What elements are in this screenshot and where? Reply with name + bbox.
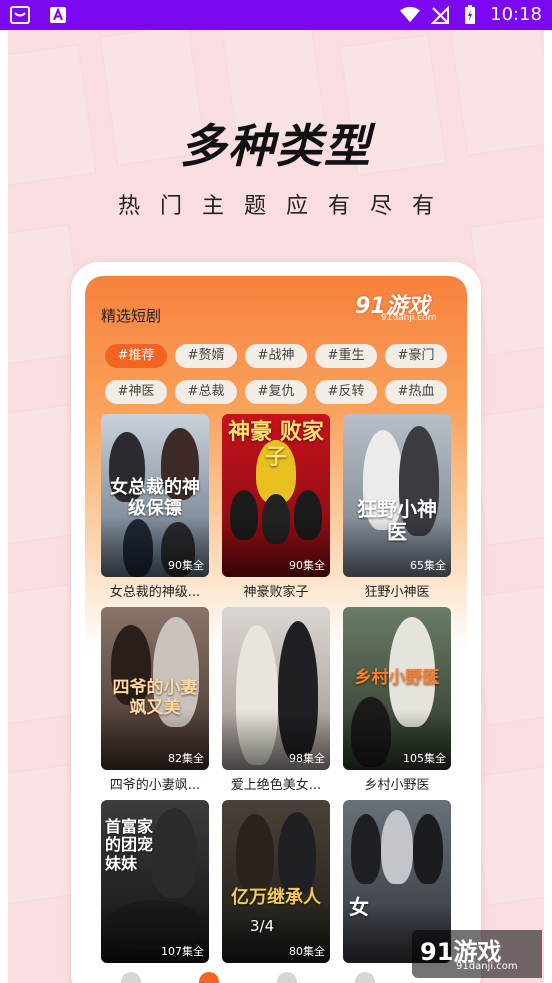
poster-art-text: 亿万继承人	[231, 887, 321, 908]
episode-count: 65集全	[410, 559, 446, 572]
tag-fuchou[interactable]: #复仇	[245, 380, 307, 404]
wifi-icon	[400, 5, 421, 25]
tag-zhanshen[interactable]: #战神	[245, 344, 307, 368]
episode-count: 90集全	[289, 559, 325, 572]
poster-art-text: 首富家的团宠妹妹	[105, 817, 154, 873]
drama-poster[interactable]: 四爷的小妻飒又美 82集全	[101, 607, 209, 770]
app-screen: 精选短剧 91游戏 91danji.com #推荐 #赘婿 #战神 #重生 #豪…	[85, 276, 467, 983]
drama-poster[interactable]: 女总裁的神级保镖 90集全	[101, 414, 209, 577]
poster-art-text: 狂野小神医	[357, 497, 437, 544]
drama-title: 神豪败家子	[243, 585, 309, 600]
drama-title: 女总裁的神级...	[109, 585, 201, 600]
episode-count: 107集全	[161, 945, 204, 958]
drama-poster[interactable]: 首富家的团宠妹妹 107集全	[101, 800, 209, 963]
notification-icon	[10, 5, 30, 25]
tag-tuijian[interactable]: #推荐	[105, 344, 167, 368]
clock: 10:18	[490, 4, 542, 25]
tag-chongsheng[interactable]: #重生	[315, 344, 377, 368]
nav-home-icon[interactable]	[121, 972, 141, 983]
poster-art-text: 四爷的小妻飒又美	[112, 678, 198, 718]
drama-title: 狂野小神医	[364, 585, 430, 600]
watermark: 91游戏 91danji.com	[412, 930, 542, 978]
episode-count: 105集全	[403, 752, 446, 765]
nav-profile-icon[interactable]	[355, 972, 375, 983]
poster-art-text: 神豪 败家子	[228, 419, 324, 471]
episode-count: 82集全	[168, 752, 204, 765]
battery-charging-icon	[460, 4, 480, 25]
font-a-icon	[48, 5, 68, 25]
bottom-nav	[85, 970, 467, 983]
nav-drama-icon[interactable]	[199, 972, 219, 983]
brand-logo: 91游戏 91danji.com	[355, 288, 451, 326]
status-bar: 10:18	[0, 0, 552, 30]
nav-discover-icon[interactable]	[277, 972, 297, 983]
tag-zongcai[interactable]: #总裁	[175, 380, 237, 404]
drama-poster[interactable]: 乡村小野医 105集全	[343, 607, 451, 770]
poster-art-text: 乡村小野医	[354, 668, 440, 688]
drama-title: 四爷的小妻飒...	[109, 778, 201, 793]
promo-page: 多种类型 热门主题应有尽有 精选短剧 91游戏 91danji.com #推荐 …	[8, 30, 544, 983]
poster-art-text: 女总裁的神级保镖	[110, 477, 200, 519]
tag-haomen[interactable]: #豪门	[385, 344, 447, 368]
screen-header: 精选短剧 91游戏 91danji.com	[85, 276, 467, 336]
section-title: 精选短剧	[101, 307, 162, 325]
drama-poster[interactable]: 狂野小神医 65集全	[343, 414, 451, 577]
watermark-sub: 91danji.com	[456, 961, 518, 972]
brand-logo-sub: 91danji.com	[381, 313, 437, 323]
tag-fanzhuan[interactable]: #反转	[315, 380, 377, 404]
tag-zhuixu[interactable]: #赘婿	[175, 344, 237, 368]
hero-title: 多种类型	[180, 119, 372, 173]
episode-count: 98集全	[289, 752, 325, 765]
drama-poster[interactable]: 98集全	[222, 607, 330, 770]
episode-count: 90集全	[168, 559, 204, 572]
phone-mockup: 精选短剧 91游戏 91danji.com #推荐 #赘婿 #战神 #重生 #豪…	[71, 262, 481, 983]
drama-poster[interactable]: 神豪 败家子 90集全	[222, 414, 330, 577]
tag-rexue[interactable]: #热血	[385, 380, 447, 404]
episode-count: 80集全	[289, 945, 325, 958]
drama-poster[interactable]: 亿万继承人 80集全	[222, 800, 330, 963]
drama-title: 乡村小野医	[364, 778, 430, 793]
no-sim-icon	[430, 5, 450, 25]
drama-title: 爱上绝色美女...	[230, 778, 322, 793]
page-indicator: 3/4	[250, 917, 275, 935]
hero-subtitle: 热门主题应有尽有	[117, 194, 454, 219]
tag-shenyi[interactable]: #神医	[105, 380, 167, 404]
poster-art-text: 女	[349, 895, 369, 919]
